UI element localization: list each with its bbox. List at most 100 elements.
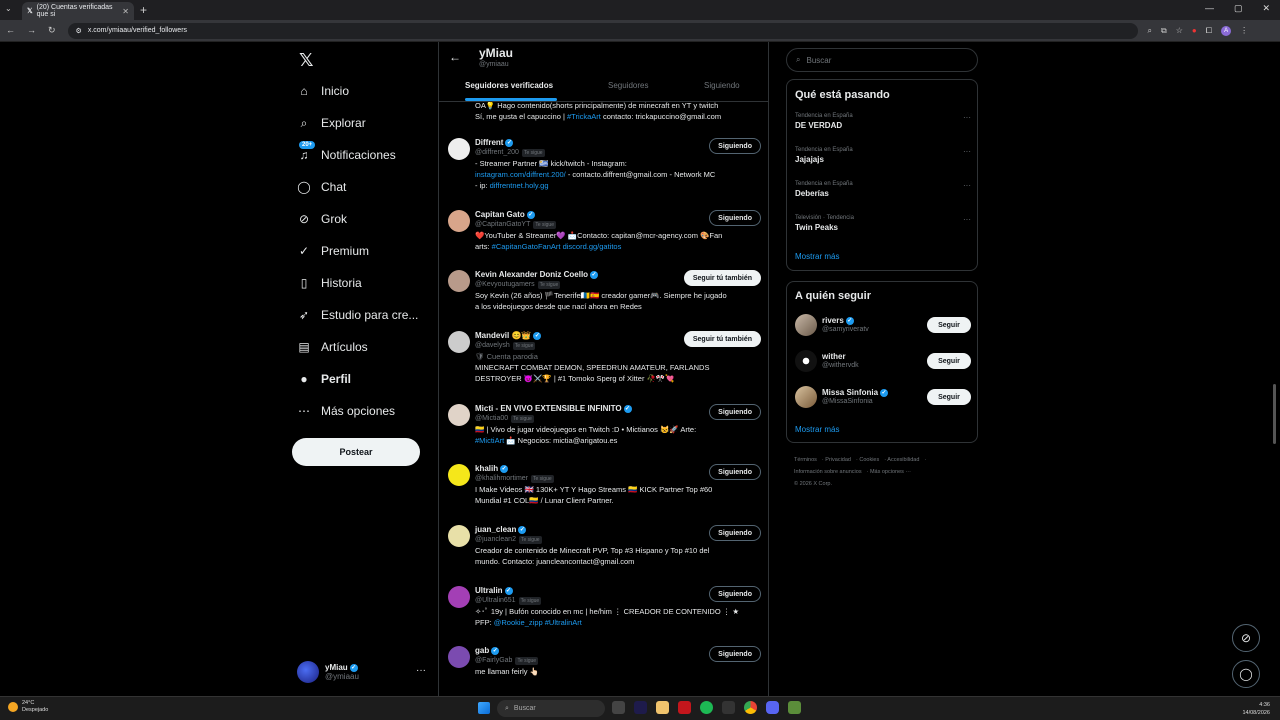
follow-status-button[interactable]: Siguiendo — [709, 586, 761, 602]
follow-status-button[interactable]: Siguiendo — [709, 138, 761, 154]
trend-item[interactable]: Televisión · Tendencia Twin Peaks ··· — [795, 215, 971, 232]
bookmark-star-icon[interactable]: ☆ — [1176, 26, 1183, 35]
nav-item-mas-opciones[interactable]: ⋯ Más opciones — [297, 395, 395, 427]
nav-item-historia[interactable]: ▯ Historia — [297, 267, 362, 299]
footer-link[interactable]: Cookies — [859, 457, 879, 463]
follower-row[interactable]: Capitan Gato ✓ @CapitanGatoYT Te sigue Sigui… — [439, 210, 768, 268]
app-icon[interactable] — [722, 701, 735, 714]
trend-more-icon[interactable]: ··· — [963, 147, 971, 156]
extension-icon[interactable]: ● — [1192, 26, 1197, 35]
avatar[interactable] — [448, 404, 470, 426]
avatar[interactable] — [448, 586, 470, 608]
follower-name[interactable]: Diffrent ✓ — [475, 138, 514, 147]
app-icon[interactable] — [678, 701, 691, 714]
site-info-icon[interactable]: ⚙ — [76, 27, 82, 35]
suggestion-item[interactable]: rivers ✓ @samyriveratv Seguir — [795, 314, 971, 338]
trend-more-icon[interactable]: ··· — [963, 181, 971, 190]
close-tab-icon[interactable]: ✕ — [122, 7, 129, 16]
follower-name[interactable]: khalih ✓ — [475, 464, 509, 473]
follow-button[interactable]: Seguir — [927, 353, 971, 369]
follower-name[interactable]: juan_clean ✓ — [475, 525, 527, 534]
avatar[interactable] — [448, 646, 470, 668]
discord-icon[interactable] — [766, 701, 779, 714]
footer-link[interactable]: Información sobre anuncios — [794, 469, 862, 475]
nav-item-inicio[interactable]: ⌂ Inicio — [297, 75, 349, 107]
back-icon[interactable]: ← — [6, 25, 15, 36]
trend-item[interactable]: Tendencia en España Deberías ··· — [795, 181, 971, 198]
spotify-icon[interactable] — [700, 701, 713, 714]
avatar[interactable] — [448, 270, 470, 292]
nav-item-premium[interactable]: ✓ Premium — [297, 235, 369, 267]
avatar[interactable] — [448, 210, 470, 232]
zoom-icon[interactable]: ⌕ — [1148, 26, 1152, 36]
close-window-icon[interactable]: ✕ — [1262, 3, 1270, 14]
forward-icon[interactable]: → — [27, 25, 36, 36]
avatar[interactable] — [448, 331, 470, 353]
follow-button[interactable]: Seguir — [927, 389, 971, 405]
footer-link[interactable]: Más opciones ··· — [870, 469, 911, 475]
new-tab-icon[interactable]: + — [140, 3, 147, 17]
windows-start-icon[interactable] — [478, 702, 490, 714]
follow-status-button[interactable]: Siguiendo — [709, 646, 761, 662]
show-more-link[interactable]: Mostrar más — [795, 425, 839, 434]
reload-icon[interactable]: ↻ — [48, 25, 56, 36]
follower-row[interactable]: gab ✓ @FairlyGab Te sigue Siguiendo me llaman… — [439, 646, 768, 696]
post-button[interactable]: Postear — [292, 438, 420, 466]
task-view-icon[interactable] — [612, 701, 625, 714]
extensions-puzzle-icon[interactable]: ⧠ — [1206, 26, 1212, 36]
suggestion-item[interactable]: wither @withervdk Seguir — [795, 350, 971, 374]
nav-item-articulos[interactable]: ▤ Artículos — [297, 331, 367, 363]
tab-search-icon[interactable]: ⌄ — [5, 4, 12, 13]
follower-name[interactable]: Mandevil 😊👑 ✓ — [475, 331, 542, 340]
follower-name[interactable]: Capitan Gato ✓ — [475, 210, 535, 219]
follower-row[interactable]: Mandevil 😊👑 ✓ @davelysh Te sigue Seguir tú t… — [439, 331, 768, 389]
footer-link[interactable]: Accesibilidad — [887, 457, 919, 463]
messages-float-button[interactable]: ◯ — [1232, 660, 1260, 688]
weather-widget[interactable]: 24°C Despejado — [8, 700, 48, 714]
follow-status-button[interactable]: Siguiendo — [709, 404, 761, 420]
footer-link[interactable]: Privacidad — [825, 457, 851, 463]
minecraft-icon[interactable] — [788, 701, 801, 714]
follow-status-button[interactable]: Seguir tú también — [683, 331, 761, 347]
follow-status-button[interactable]: Siguiendo — [709, 464, 761, 480]
nav-item-perfil[interactable]: ● Perfil — [297, 363, 351, 395]
footer-link[interactable]: Términos — [794, 457, 817, 463]
show-more-link[interactable]: Mostrar más — [795, 252, 839, 261]
url-bar[interactable]: ⚙ x.com/ymiaau/verified_followers — [67, 22, 1138, 39]
follower-row[interactable]: Micti - EN VIVO EXTENSIBLE INFINITO ✓ @Mic… — [439, 404, 768, 462]
premiere-icon[interactable] — [634, 701, 647, 714]
file-explorer-icon[interactable] — [656, 701, 669, 714]
account-switcher[interactable]: yMiau ✓ @ymiaau ··· — [297, 658, 432, 686]
install-icon[interactable]: ⧉ — [1161, 26, 1167, 36]
nav-item-explorar[interactable]: ⌕ Explorar — [297, 107, 366, 139]
back-arrow-icon[interactable]: ← — [449, 50, 461, 64]
chrome-menu-icon[interactable]: ⋮ — [1240, 26, 1248, 35]
avatar[interactable] — [448, 138, 470, 160]
grok-float-button[interactable]: ⊘ — [1232, 624, 1260, 652]
follower-name[interactable]: Ultralin ✓ — [475, 586, 513, 595]
trend-item[interactable]: Tendencia en España Jajajajs ··· — [795, 147, 971, 164]
tab-siguiendo[interactable]: Siguiendo — [704, 81, 740, 90]
avatar[interactable] — [448, 464, 470, 486]
more-dots-icon[interactable]: ··· — [416, 665, 426, 676]
follow-status-button[interactable]: Siguiendo — [709, 525, 761, 541]
follower-row[interactable]: Kevin Alexander Doniz Coello ✓ @Kevyoutuga… — [439, 270, 768, 328]
trend-more-icon[interactable]: ··· — [963, 215, 971, 224]
avatar[interactable] — [448, 525, 470, 547]
chrome-icon[interactable] — [744, 701, 757, 714]
follow-button[interactable]: Seguir — [927, 317, 971, 333]
chrome-profile-avatar[interactable]: A — [1221, 25, 1232, 36]
taskbar-search[interactable]: ⌕ Buscar — [497, 700, 605, 717]
suggestion-item[interactable]: Missa Sinfonia ✓ @MissaSinfonia Seguir — [795, 386, 971, 410]
follower-row[interactable]: khalih ✓ @khalihmortimer Te sigue Siguiendo I… — [439, 464, 768, 522]
nav-item-grok[interactable]: ⊘ Grok — [297, 203, 347, 235]
follow-status-button[interactable]: Siguiendo — [709, 210, 761, 226]
nav-item-chat[interactable]: ◯ Chat — [297, 171, 346, 203]
x-logo-icon[interactable]: 𝕏 — [299, 50, 314, 71]
minimize-icon[interactable]: — — [1205, 3, 1214, 14]
follower-name[interactable]: gab ✓ — [475, 646, 500, 655]
follow-status-button[interactable]: Seguir tú también — [683, 270, 761, 286]
follower-name[interactable]: Micti - EN VIVO EXTENSIBLE INFINITO ✓ — [475, 404, 632, 413]
follower-row[interactable]: juan_clean ✓ @juanclean2 Te sigue Siguiendo C… — [439, 525, 768, 583]
tab-seguidores-verificados[interactable]: Seguidores verificados — [465, 81, 553, 90]
